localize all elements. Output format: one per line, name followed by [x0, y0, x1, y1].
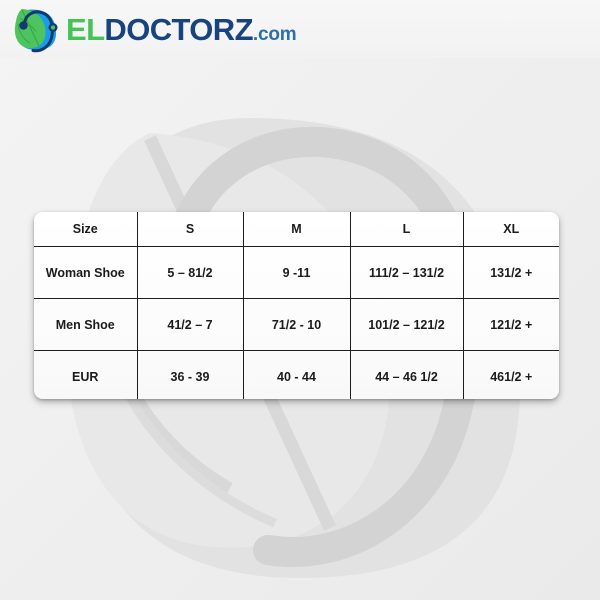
size-chart-card: Size S M L XL Woman Shoe 5 – 81/2 9 -11 …	[34, 212, 559, 399]
row-label-woman-shoe: Woman Shoe	[34, 246, 138, 299]
brand-text-doctorz: DOCTORZ	[104, 11, 253, 47]
cell-men-shoe-xl: 121/2 +	[463, 298, 559, 351]
table-header-row: Size S M L XL	[34, 212, 559, 247]
cell-eur-m: 40 - 44	[243, 350, 351, 399]
header-cell-l: L	[350, 212, 464, 247]
size-chart-table: Size S M L XL Woman Shoe 5 – 81/2 9 -11 …	[34, 212, 559, 399]
row-label-men-shoe: Men Shoe	[34, 298, 138, 351]
cell-woman-shoe-xl: 131/2 +	[463, 246, 559, 299]
table-row: Men Shoe 41/2 – 7 71/2 - 10 101/2 – 121/…	[34, 298, 559, 351]
cell-eur-l: 44 – 46 1/2	[350, 350, 464, 399]
table-row: Woman Shoe 5 – 81/2 9 -11 111/2 – 131/2 …	[34, 246, 559, 299]
header-cell-size: Size	[34, 212, 138, 247]
page-root: ELDOCTORZ.com Size S M L XL Woman Shoe 5…	[0, 0, 600, 600]
cell-eur-s: 36 - 39	[137, 350, 244, 399]
brand-text-el: EL	[66, 11, 105, 47]
table-row: EUR 36 - 39 40 - 44 44 – 46 1/2 461/2 +	[34, 350, 559, 399]
row-label-eur: EUR	[34, 350, 138, 399]
cell-woman-shoe-l: 111/2 – 131/2	[350, 246, 464, 299]
brand-text-com: .com	[252, 23, 297, 45]
site-header: ELDOCTORZ.com	[0, 0, 600, 58]
header-cell-m: M	[243, 212, 351, 247]
cell-men-shoe-s: 41/2 – 7	[137, 298, 244, 351]
cell-eur-xl: 461/2 +	[490, 369, 533, 384]
header-cell-xl: XL	[463, 212, 559, 247]
cell-woman-shoe-m: 9 -11	[243, 246, 351, 299]
cell-men-shoe-m: 71/2 - 10	[243, 298, 351, 351]
leaf-stethoscope-icon	[14, 9, 58, 53]
header-cell-s: S	[137, 212, 244, 247]
brand-wordmark: ELDOCTORZ.com	[66, 11, 297, 47]
cell-woman-shoe-s: 5 – 81/2	[137, 246, 244, 299]
cell-men-shoe-l: 101/2 – 121/2	[350, 298, 464, 351]
